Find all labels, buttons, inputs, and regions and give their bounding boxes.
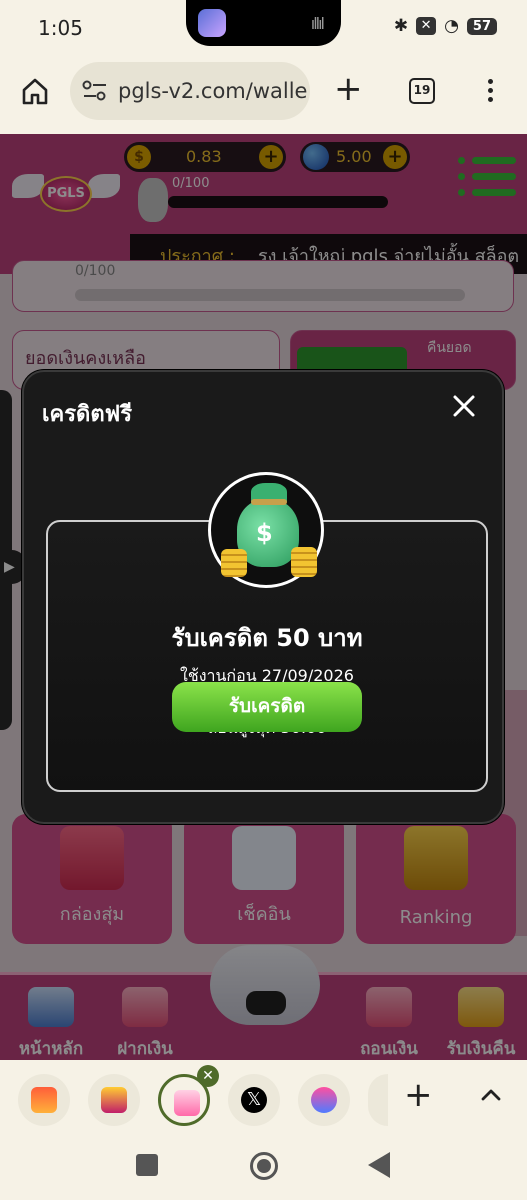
- close-icon[interactable]: [450, 392, 478, 420]
- browser-toolbar: pgls-v2.com/walle + 19: [0, 58, 527, 134]
- recent-apps-button[interactable]: [136, 1154, 158, 1176]
- status-time: 1:05: [38, 16, 83, 40]
- address-bar[interactable]: pgls-v2.com/walle: [70, 62, 310, 120]
- chevron-up-icon[interactable]: [478, 1082, 504, 1108]
- system-navigation-bar: [0, 1134, 527, 1200]
- media-thumbnail: [198, 9, 226, 37]
- tab-thumbnail[interactable]: [88, 1074, 140, 1126]
- money-bag-icon: $: [208, 472, 324, 588]
- tab-thumbnail[interactable]: [298, 1074, 350, 1126]
- home-icon[interactable]: [20, 76, 50, 106]
- notification-x-icon: ✕: [416, 17, 437, 35]
- home-button[interactable]: [250, 1152, 278, 1180]
- status-icons: ✱ ✕ ◔ 57: [394, 16, 497, 36]
- dynamic-island[interactable]: ıllıl: [186, 0, 341, 46]
- tab-thumbnail[interactable]: [18, 1074, 70, 1126]
- site-favicon-icon: [311, 1087, 337, 1113]
- browser-tab-strip: ✕ 𝕏 +: [0, 1060, 527, 1134]
- browser-menu-button[interactable]: [480, 76, 500, 106]
- tab-thumbnail-active[interactable]: ✕: [158, 1065, 219, 1126]
- credit-amount-title: รับเครดิต 50 บาท: [171, 624, 363, 652]
- pgls-favicon-icon: [174, 1090, 200, 1116]
- bluetooth-icon: ✱: [393, 16, 409, 36]
- modal-title: เครดิตฟรี: [42, 402, 133, 427]
- tab-switcher-button[interactable]: 19: [409, 78, 435, 104]
- website-content: PGLS $ 0.83 + 5.00 + 0/100 ประกาศ : รง เ…: [0, 134, 527, 1060]
- free-credit-modal: เครดิตฟรี รับเครดิต 50 บาท ใช้งานก่อน 27…: [22, 370, 504, 824]
- wifi-icon: ◔: [444, 16, 459, 36]
- site-favicon-icon: [101, 1087, 127, 1113]
- close-tab-icon[interactable]: ✕: [197, 1065, 219, 1087]
- site-favicon-icon: [31, 1087, 57, 1113]
- tab-thumbnail[interactable]: 𝕏: [228, 1074, 280, 1126]
- status-bar: 1:05 ıllıl ✱ ✕ ◔ 57: [0, 0, 527, 58]
- tab-thumbnail-partial[interactable]: [368, 1074, 388, 1126]
- x-app-icon: 𝕏: [241, 1087, 267, 1113]
- battery-indicator: 57: [466, 17, 497, 35]
- audio-wave-icon: ıllıl: [310, 14, 325, 33]
- url-text: pgls-v2.com/walle: [118, 79, 308, 103]
- new-tab-strip-button[interactable]: +: [404, 1078, 433, 1112]
- site-settings-icon[interactable]: [82, 80, 108, 102]
- claim-credit-button[interactable]: รับเครดิต: [172, 682, 362, 732]
- new-tab-button[interactable]: +: [334, 72, 363, 106]
- back-button[interactable]: [368, 1152, 390, 1178]
